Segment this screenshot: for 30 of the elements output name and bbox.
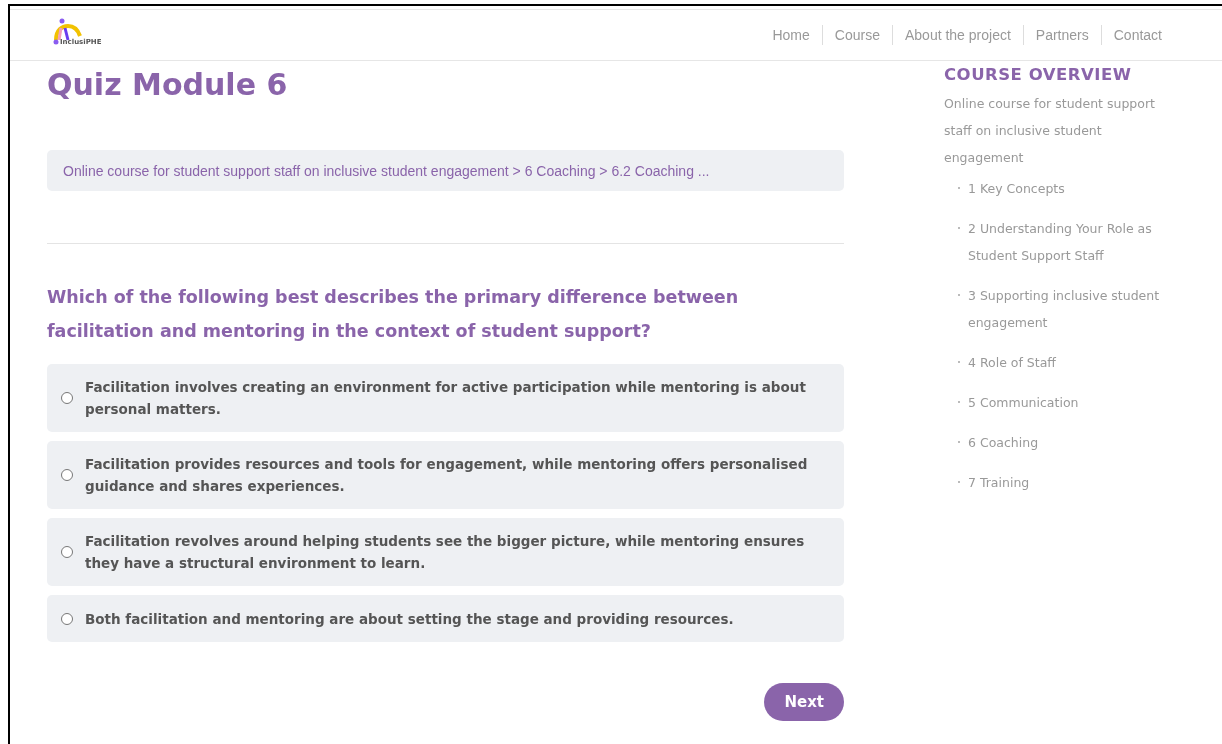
option-text: Facilitation revolves around helping students see the bigger picture, while mentoring ensures they have a structural environment to learn.	[85, 532, 806, 573]
nav-link[interactable]: Course	[822, 27, 892, 43]
module-link[interactable]: 5 Communication	[968, 389, 1079, 416]
module-link[interactable]: 4 Role of Staff	[968, 349, 1056, 376]
nav-link[interactable]: Partners	[1023, 27, 1101, 43]
breadcrumb-link[interactable]: Online course for student support staff on inclusive student engagement > 6 Coaching > 6.2 Coaching ...	[63, 163, 710, 179]
module-link[interactable]: 2 Understanding Your Role as Student Support Staff	[968, 215, 1174, 269]
module-link[interactable]: 3 Supporting inclusive student engagement	[968, 282, 1174, 336]
answer-option[interactable]: Facilitation revolves around helping students see the bigger picture, while mentoring ensures they have a structural environment to learn.	[47, 518, 844, 586]
radio-button[interactable]	[61, 469, 73, 481]
radio-button[interactable]	[61, 392, 73, 404]
nav-link[interactable]: Home	[760, 27, 822, 43]
course-link[interactable]: Online course for student support staff on inclusive student engagement	[944, 90, 1174, 171]
option-text: Facilitation provides resources and tools for engagement, while mentoring offers personalised guidance and shares experiences.	[85, 455, 809, 496]
radio-button[interactable]	[61, 546, 73, 558]
nav-link[interactable]: About the project	[892, 27, 1023, 43]
question-text: Which of the following best describes the primary difference between facilitation and mentoring in the context of student support?	[47, 286, 740, 343]
nav-link[interactable]: Contact	[1101, 27, 1174, 43]
page-title: Quiz Module 6	[47, 67, 289, 102]
answer-option[interactable]: Facilitation provides resources and tools for engagement, while mentoring offers personalised guidance and shares experiences.	[47, 441, 844, 509]
answer-option[interactable]: Both facilitation and mentoring are about setting the stage and providing resources.	[47, 595, 844, 642]
module-link[interactable]: 7 Training	[968, 469, 1030, 496]
answer-option[interactable]: Facilitation involves creating an environment for active participation while mentoring is about personal matters.	[47, 364, 844, 432]
next-button[interactable]: Next	[764, 683, 844, 721]
option-text: Facilitation involves creating an environment for active participation while mentoring is about personal matters.	[85, 378, 807, 419]
sidebar-heading: COURSE OVERVIEW	[944, 65, 1133, 84]
module-link[interactable]: 1 Key Concepts	[968, 175, 1065, 202]
module-link[interactable]: 6 Coaching	[968, 429, 1039, 456]
option-text: Both facilitation and mentoring are about setting the stage and providing resources.	[85, 609, 734, 629]
radio-button[interactable]	[61, 612, 73, 625]
